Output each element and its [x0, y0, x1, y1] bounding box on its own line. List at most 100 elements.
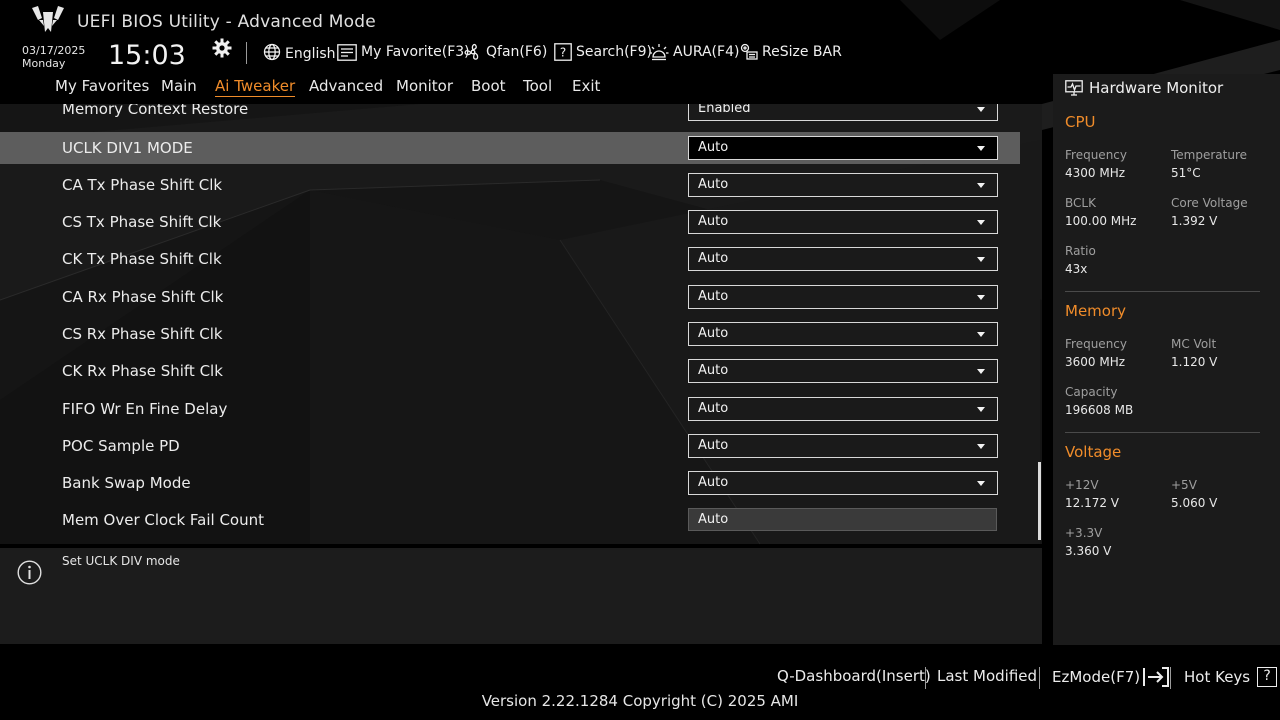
footer-divider [925, 667, 926, 689]
dropdown-value: Auto [698, 475, 729, 490]
core-voltage-value: 1.392 V [1171, 214, 1218, 228]
setting-row-cs-rx-phase-shift-clk[interactable]: CS Rx Phase Shift Clk Auto [0, 318, 1020, 350]
hardware-monitor-title: Hardware Monitor [1065, 79, 1223, 97]
my-favorite-label: My Favorite(F3) [361, 44, 470, 60]
setting-label: Bank Swap Mode [62, 474, 191, 492]
tab-advanced[interactable]: Advanced [309, 77, 383, 95]
setting-text-input[interactable]: Auto [688, 508, 997, 531]
dropdown-value: Enabled [698, 104, 751, 116]
settings-scrollbar[interactable] [1038, 462, 1041, 540]
ratio-value: 43x [1065, 262, 1088, 276]
setting-row-ck-rx-phase-shift-clk[interactable]: CK Rx Phase Shift Clk Auto [0, 355, 1020, 387]
tab-tool[interactable]: Tool [523, 77, 552, 95]
setting-label: CA Rx Phase Shift Clk [62, 288, 224, 306]
caret-down-icon [977, 444, 985, 449]
setting-row-ca-rx-phase-shift-clk[interactable]: CA Rx Phase Shift Clk Auto [0, 281, 1020, 313]
fan-icon [464, 43, 479, 60]
setting-row-poc-sample-pd[interactable]: POC Sample PD Auto [0, 430, 1020, 462]
setting-dropdown[interactable]: Auto [688, 359, 998, 383]
tab-ai-tweaker[interactable]: Ai Tweaker [215, 77, 296, 97]
last-modified-button[interactable]: Last Modified [937, 667, 1037, 685]
caret-down-icon [977, 481, 985, 486]
caret-down-icon [977, 257, 985, 262]
setting-label: FIFO Wr En Fine Delay [62, 400, 228, 418]
setting-row-fifo-wr-en-fine-delay[interactable]: FIFO Wr En Fine Delay Auto [0, 393, 1020, 425]
setting-dropdown[interactable]: Enabled [688, 104, 998, 121]
dropdown-value: Auto [698, 251, 729, 266]
setting-dropdown[interactable]: Auto [688, 434, 998, 458]
v12-label: +12V [1065, 478, 1099, 492]
header-divider [246, 42, 247, 64]
v5-label: +5V [1171, 478, 1197, 492]
help-box-icon: ? [554, 43, 572, 61]
setting-row-memory-context-restore[interactable]: Memory Context Restore Enabled [0, 104, 1020, 125]
setting-dropdown[interactable]: Auto [688, 173, 998, 197]
dropdown-value: Auto [698, 140, 729, 155]
language-button[interactable]: English [263, 41, 336, 63]
setting-dropdown[interactable]: Auto [688, 397, 998, 421]
footer-divider [1039, 667, 1040, 689]
setting-label: CK Tx Phase Shift Clk [62, 250, 222, 268]
dropdown-value: Auto [698, 363, 729, 378]
caret-down-icon [977, 183, 985, 188]
input-value: Auto [698, 512, 729, 527]
tab-monitor[interactable]: Monitor [396, 77, 453, 95]
hot-keys-button[interactable]: Hot Keys ? [1184, 667, 1278, 687]
setting-label: POC Sample PD [62, 437, 180, 455]
resize-bar-button[interactable]: ReSize BAR [740, 41, 842, 63]
time-display: 15:03 [108, 40, 186, 71]
search-label: Search(F9) [576, 44, 652, 60]
qfan-button[interactable]: Qfan(F6) [464, 41, 547, 63]
settings-list: Memory Context Restore Enabled UCLK DIV1… [0, 104, 1040, 541]
setting-row-bank-swap-mode[interactable]: Bank Swap Mode Auto [0, 467, 1020, 499]
caret-down-icon [977, 107, 985, 112]
day-text: Monday [22, 57, 66, 70]
setting-row-cs-tx-phase-shift-clk[interactable]: CS Tx Phase Shift Clk Auto [0, 206, 1020, 238]
caret-down-icon [977, 220, 985, 225]
cpu-temperature-label: Temperature [1171, 148, 1248, 162]
hot-keys-label: Hot Keys [1184, 668, 1251, 686]
version-text: Version 2.22.1284 Copyright (C) 2025 AMI [481, 692, 799, 710]
exit-arrow-icon [1143, 667, 1170, 687]
setting-dropdown[interactable]: Auto [688, 210, 998, 234]
tab-boot[interactable]: Boot [471, 77, 506, 95]
bclk-label: BCLK [1065, 196, 1096, 210]
setting-dropdown[interactable]: Auto [688, 247, 998, 271]
setting-dropdown[interactable]: Auto [688, 285, 998, 309]
setting-dropdown[interactable]: Auto [688, 136, 998, 160]
voltage-heading: Voltage [1065, 443, 1122, 461]
setting-label: CA Tx Phase Shift Clk [62, 176, 223, 194]
svg-text:?: ? [560, 46, 566, 60]
tab-exit[interactable]: Exit [572, 77, 600, 95]
memory-frequency-value: 3600 MHz [1065, 355, 1126, 369]
my-favorite-button[interactable]: My Favorite(F3) [337, 41, 470, 63]
setting-label: CS Rx Phase Shift Clk [62, 325, 223, 343]
v33-value: 3.360 V [1065, 544, 1112, 558]
caret-down-icon [977, 407, 985, 412]
setting-dropdown[interactable]: Auto [688, 322, 998, 346]
setting-row-uclk-div1-mode[interactable]: UCLK DIV1 MODE Auto [0, 132, 1020, 164]
favorite-list-icon [337, 43, 357, 61]
search-button[interactable]: ? Search(F9) [554, 41, 652, 63]
hw-divider [1065, 432, 1260, 433]
caret-down-icon [977, 369, 985, 374]
setting-row-mem-over-clock-fail-count[interactable]: Mem Over Clock Fail Count Auto [0, 504, 1020, 536]
aura-button[interactable]: AURA(F4) [649, 41, 739, 63]
q-dashboard-button[interactable]: Q-Dashboard(Insert) [777, 667, 931, 685]
tab-my-favorites[interactable]: My Favorites [55, 77, 149, 95]
tab-main[interactable]: Main [161, 77, 197, 95]
setting-row-ca-tx-phase-shift-clk[interactable]: CA Tx Phase Shift Clk Auto [0, 169, 1020, 201]
capacity-label: Capacity [1065, 385, 1118, 399]
help-text: Set UCLK DIV mode [62, 554, 180, 568]
setting-label: UCLK DIV1 MODE [62, 139, 193, 157]
setting-dropdown[interactable]: Auto [688, 471, 998, 495]
memory-frequency-label: Frequency [1065, 337, 1127, 351]
caret-down-icon [977, 146, 985, 151]
setting-row-ck-tx-phase-shift-clk[interactable]: CK Tx Phase Shift Clk Auto [0, 243, 1020, 275]
ezmode-button[interactable]: EzMode(F7) [1052, 667, 1170, 687]
v5-value: 5.060 V [1171, 496, 1218, 510]
date-display: 03/17/2025 Monday [22, 44, 85, 70]
aura-label: AURA(F4) [673, 44, 740, 60]
gear-icon[interactable] [212, 38, 232, 58]
hardware-monitor-panel: Hardware Monitor CPU Frequency 4300 MHz … [1053, 74, 1280, 645]
